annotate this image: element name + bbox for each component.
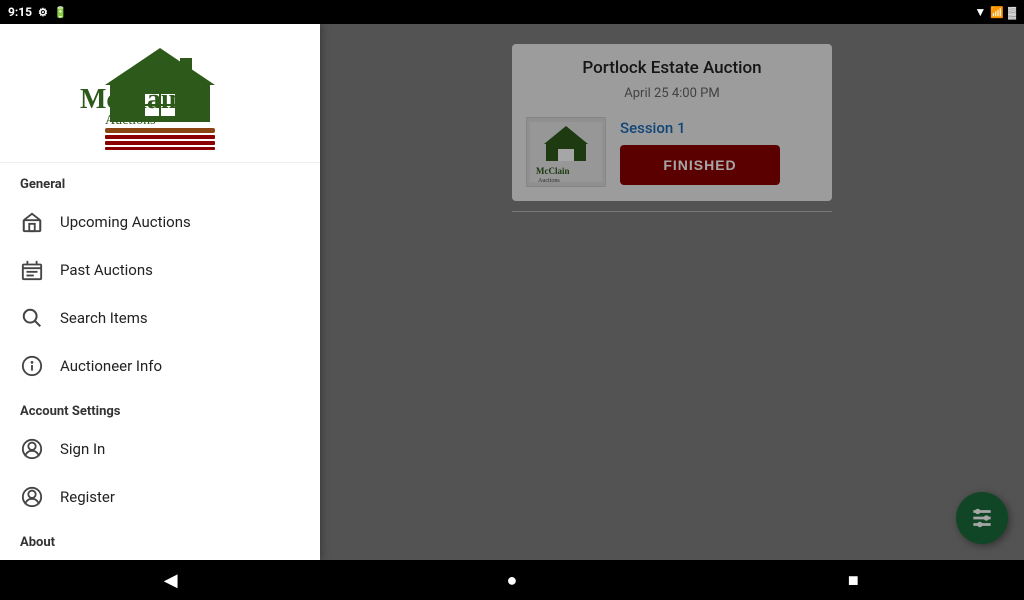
status-time: 9:15 — [8, 5, 32, 19]
account-circle-icon — [20, 437, 44, 461]
search-items-label: Search Items — [60, 309, 148, 327]
svg-text:McClain: McClain — [80, 84, 185, 115]
back-icon: ◀ — [164, 570, 178, 591]
recents-button[interactable]: ■ — [833, 560, 873, 600]
sidebar-item-sign-in[interactable]: Sign In — [0, 425, 320, 473]
drawer-overlay[interactable] — [320, 24, 1024, 560]
logo-area: McClain Auctions AUCTIONS & LIQUIDATIONS — [0, 24, 320, 163]
drawer: McClain Auctions AUCTIONS & LIQUIDATIONS… — [0, 24, 320, 560]
content-area: Portlock Estate Auction April 25 4:00 PM… — [320, 24, 1024, 560]
app-logo: McClain Auctions AUCTIONS & LIQUIDATIONS — [50, 40, 270, 150]
auctioneer-info-label: Auctioneer Info — [60, 357, 162, 375]
past-auctions-label: Past Auctions — [60, 261, 153, 279]
sidebar-item-search-items[interactable]: Search Items — [0, 294, 320, 342]
home-icon: ● — [507, 570, 518, 591]
battery-icon: ▓ — [1008, 6, 1016, 19]
upcoming-auctions-label: Upcoming Auctions — [60, 213, 191, 231]
register-icon — [20, 485, 44, 509]
main-area: McClain Auctions AUCTIONS & LIQUIDATIONS… — [0, 24, 1024, 560]
building-icon — [20, 210, 44, 234]
search-icon — [20, 306, 44, 330]
back-button[interactable]: ◀ — [151, 560, 191, 600]
nav-bar: ◀ ● ■ — [0, 560, 1024, 600]
wifi-icon: ▼ — [974, 5, 986, 19]
account-settings-header: Account Settings — [0, 390, 320, 425]
info-icon — [20, 354, 44, 378]
signal-icon: 📶 — [990, 6, 1004, 19]
sidebar-item-upcoming-auctions[interactable]: Upcoming Auctions — [0, 198, 320, 246]
sidebar-item-auctioneer-info[interactable]: Auctioneer Info — [0, 342, 320, 390]
svg-text:Auctions: Auctions — [105, 113, 156, 128]
sidebar-item-past-auctions[interactable]: Past Auctions — [0, 246, 320, 294]
sign-in-label: Sign In — [60, 440, 105, 458]
about-header: About — [0, 521, 320, 556]
battery-low-icon: 🔋 — [54, 6, 68, 19]
register-label: Register — [60, 488, 115, 506]
settings-icon: ⚙ — [38, 6, 48, 19]
home-button[interactable]: ● — [492, 560, 532, 600]
sidebar-item-register[interactable]: Register — [0, 473, 320, 521]
recents-icon: ■ — [848, 570, 859, 591]
status-bar: 9:15 ⚙ 🔋 ▼ 📶 ▓ — [0, 0, 1024, 24]
general-section-header: General — [0, 163, 320, 198]
past-auctions-icon — [20, 258, 44, 282]
logo-container: McClain Auctions AUCTIONS & LIQUIDATIONS — [20, 40, 300, 150]
